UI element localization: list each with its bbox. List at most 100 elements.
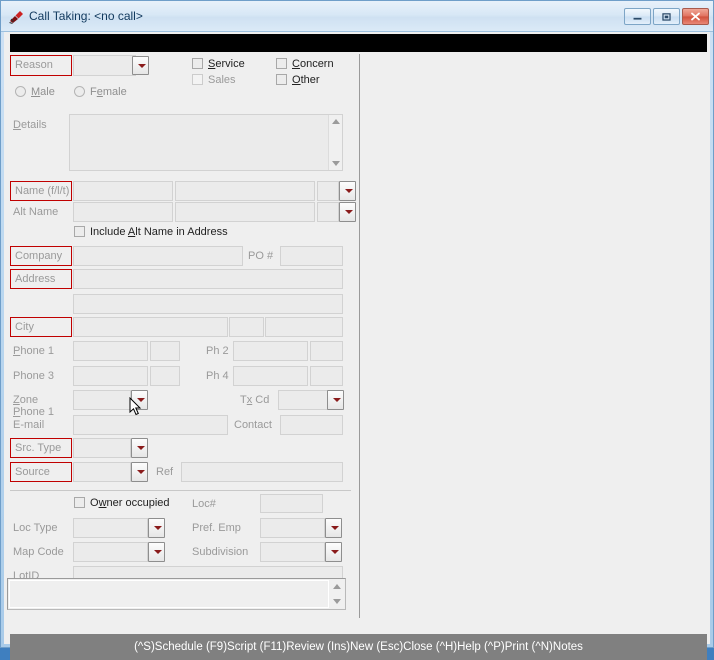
checkbox-include-alt-name-label: Include Alt Name in Address bbox=[90, 226, 228, 238]
minimize-button[interactable] bbox=[624, 8, 651, 25]
alt-name-first-input[interactable] bbox=[73, 202, 173, 222]
phone3-ext-input[interactable] bbox=[150, 366, 180, 386]
alt-name-dropdown-button[interactable] bbox=[339, 202, 356, 222]
ref-input[interactable] bbox=[181, 462, 343, 482]
zone-input[interactable] bbox=[73, 390, 131, 410]
minimize-icon bbox=[633, 17, 642, 20]
toolbar-strip bbox=[10, 34, 707, 52]
phone2-ext-input[interactable] bbox=[310, 341, 343, 361]
subdivision-dropdown-button[interactable] bbox=[325, 542, 342, 562]
radio-female-label: Female bbox=[90, 86, 127, 98]
company-input[interactable] bbox=[73, 246, 243, 266]
maximize-button[interactable] bbox=[653, 8, 680, 25]
app-icon bbox=[9, 11, 23, 24]
src-type-input[interactable] bbox=[73, 438, 131, 458]
checkbox-include-alt-name[interactable] bbox=[74, 226, 85, 237]
reason-input[interactable] bbox=[73, 55, 136, 76]
source-input[interactable] bbox=[73, 462, 131, 482]
radio-female[interactable] bbox=[74, 86, 85, 97]
title-bar[interactable]: Call Taking: <no call> bbox=[1, 1, 713, 32]
state-input[interactable] bbox=[229, 317, 264, 337]
pref-emp-input[interactable] bbox=[260, 518, 325, 538]
scroll-up-icon[interactable] bbox=[333, 584, 341, 589]
city-label-box: City bbox=[10, 317, 72, 337]
name-label-box: Name (f/l/t) bbox=[10, 181, 72, 201]
src-type-dropdown-button[interactable] bbox=[131, 438, 148, 458]
details-scrollbar[interactable] bbox=[328, 115, 342, 170]
checkbox-owner-occupied[interactable] bbox=[74, 497, 85, 508]
po-number-label: PO # bbox=[248, 250, 274, 262]
loc-type-dropdown-button[interactable] bbox=[148, 518, 165, 538]
src-type-label-box: Src. Type bbox=[10, 438, 72, 458]
name-label: Name (f/l/t) bbox=[15, 185, 70, 197]
chevron-down-icon bbox=[344, 189, 353, 193]
subdivision-input[interactable] bbox=[260, 542, 325, 562]
checkbox-other[interactable] bbox=[276, 74, 287, 85]
phone4-input[interactable] bbox=[233, 366, 308, 386]
phone3-label: Phone 3 bbox=[13, 370, 54, 382]
checkbox-service[interactable] bbox=[192, 58, 203, 69]
contact-input[interactable] bbox=[280, 415, 343, 435]
source-dropdown-button[interactable] bbox=[131, 462, 148, 482]
zip-input[interactable] bbox=[265, 317, 343, 337]
scroll-down-icon[interactable] bbox=[333, 599, 341, 604]
company-label-box: Company bbox=[10, 246, 72, 266]
address-label-box: Address bbox=[10, 269, 72, 289]
memo-input[interactable] bbox=[9, 580, 329, 608]
section-divider bbox=[10, 490, 351, 491]
chevron-down-icon bbox=[344, 210, 353, 214]
scroll-up-icon[interactable] bbox=[331, 119, 340, 124]
email-input[interactable] bbox=[73, 415, 228, 435]
reason-dropdown-button[interactable] bbox=[132, 56, 149, 75]
right-panel bbox=[362, 54, 707, 594]
checkbox-concern-label: Concern bbox=[292, 58, 334, 70]
scroll-down-icon[interactable] bbox=[331, 161, 340, 166]
source-label: Source bbox=[15, 466, 50, 478]
details-textarea[interactable] bbox=[69, 114, 343, 171]
status-bar-shortcuts: (^S)Schedule (F9)Script (F11)Review (Ins… bbox=[134, 641, 583, 653]
tax-code-input[interactable] bbox=[278, 390, 328, 410]
alt-name-title-input[interactable] bbox=[317, 202, 339, 222]
chevron-down-icon bbox=[136, 446, 145, 450]
pref-emp-label: Pref. Emp bbox=[192, 522, 241, 534]
loc-type-input[interactable] bbox=[73, 518, 148, 538]
map-code-input[interactable] bbox=[73, 542, 148, 562]
tax-code-label: Tx Cd bbox=[240, 394, 270, 406]
name-dropdown-button[interactable] bbox=[339, 181, 356, 201]
name-first-input[interactable] bbox=[73, 181, 173, 201]
chevron-down-icon bbox=[136, 470, 145, 474]
phone4-ext-input[interactable] bbox=[310, 366, 343, 386]
checkbox-other-label: Other bbox=[292, 74, 320, 86]
radio-male[interactable] bbox=[15, 86, 26, 97]
pref-emp-dropdown-button[interactable] bbox=[325, 518, 342, 538]
close-button[interactable] bbox=[682, 8, 709, 25]
name-last-input[interactable] bbox=[175, 181, 315, 201]
phone1-ext-input[interactable] bbox=[150, 341, 180, 361]
company-label: Company bbox=[15, 250, 63, 262]
phone2-input[interactable] bbox=[233, 341, 308, 361]
status-bar: (^S)Schedule (F9)Script (F11)Review (Ins… bbox=[10, 634, 707, 660]
address-line1-input[interactable] bbox=[73, 269, 343, 289]
po-number-input[interactable] bbox=[280, 246, 343, 266]
src-type-label: Src. Type bbox=[15, 442, 62, 454]
phone3-input[interactable] bbox=[73, 366, 148, 386]
phone1-label: Phone 1 bbox=[13, 406, 54, 418]
memo-scrollbar[interactable] bbox=[330, 580, 344, 608]
name-title-input[interactable] bbox=[317, 181, 339, 201]
checkbox-concern[interactable] bbox=[276, 58, 287, 69]
phone1-input[interactable] bbox=[73, 341, 148, 361]
alt-name-last-input[interactable] bbox=[175, 202, 315, 222]
city-input[interactable] bbox=[73, 317, 228, 337]
map-code-dropdown-button[interactable] bbox=[148, 542, 165, 562]
address-line2-input[interactable] bbox=[73, 294, 343, 314]
call-form: Reason Service Sales Concern Other Male … bbox=[10, 53, 357, 624]
tax-code-dropdown-button[interactable] bbox=[327, 390, 344, 410]
radio-male-label: Male bbox=[31, 86, 55, 98]
alt-name-label: Alt Name bbox=[13, 206, 59, 218]
loc-number-input[interactable] bbox=[260, 494, 323, 513]
memo-textarea[interactable] bbox=[7, 578, 346, 610]
checkbox-sales[interactable] bbox=[192, 74, 203, 85]
ref-label: Ref bbox=[156, 466, 174, 478]
chevron-down-icon bbox=[330, 550, 339, 554]
checkbox-service-label: Service bbox=[208, 58, 245, 70]
